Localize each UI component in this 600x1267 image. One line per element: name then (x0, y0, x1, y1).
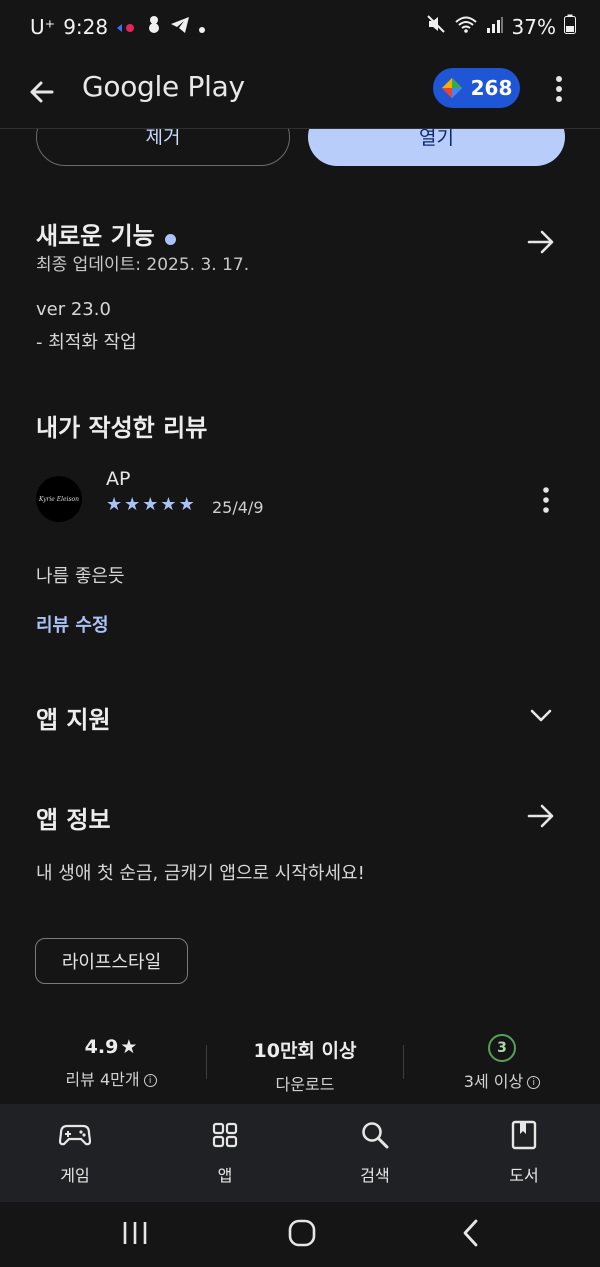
overflow-menu-button[interactable] (548, 74, 570, 104)
app-description: 내 생애 첫 순금, 금캐기 앱으로 시작하세요! (36, 863, 365, 884)
nav-label-search: 검색 (360, 1166, 390, 1185)
star-icon: ★ (124, 494, 141, 515)
app-support-expand-button[interactable] (528, 704, 554, 730)
play-points-button[interactable]: 268 (433, 68, 520, 108)
review-menu-button[interactable] (536, 486, 556, 518)
star-icon: ★ (106, 494, 123, 515)
more-vert-icon (556, 76, 562, 102)
back-button[interactable] (22, 72, 62, 112)
app-title: Google Play (82, 70, 245, 103)
snowman-icon (146, 14, 162, 39)
nav-label-games: 게임 (60, 1166, 90, 1185)
my-review-title: 내가 작성한 리뷰 (36, 414, 208, 442)
star-icon: ★ (120, 1036, 138, 1058)
signal-icon (486, 15, 504, 39)
nav-item-games[interactable]: 게임 (25, 1118, 125, 1186)
chevron-left-icon (463, 1219, 478, 1247)
nav-item-apps[interactable]: 앱 (175, 1118, 275, 1186)
age-rating-stat: 3 3세 이상 i (417, 1034, 587, 1092)
home-button[interactable] (287, 1218, 317, 1252)
last-updated: 최종 업데이트: 2025. 3. 17. (36, 255, 250, 275)
status-right: 37% (426, 14, 576, 39)
whats-new-title: 새로운 기능 (36, 222, 155, 250)
battery-icon (564, 14, 576, 39)
downloads-sub: 다운로드 (275, 1075, 335, 1094)
stat-divider (403, 1045, 404, 1079)
nav-item-search[interactable]: 검색 (325, 1118, 425, 1186)
arrow-right-icon (527, 230, 554, 254)
search-icon (362, 1122, 389, 1149)
play-points-diamond-icon (441, 78, 462, 98)
more-notifications-dot-icon (198, 15, 206, 39)
status-left: U⁺ 9:28 (30, 14, 206, 39)
whats-new-header[interactable]: 새로운 기능 (36, 216, 176, 251)
age-rating-sub: 3세 이상 (463, 1072, 524, 1091)
wifi-icon (454, 14, 478, 39)
edit-review-link[interactable]: 리뷰 수정 (36, 611, 109, 637)
age-rating-badge: 3 (488, 1034, 516, 1062)
star-icon: ★ (160, 494, 177, 515)
star-icon: ★ (142, 494, 159, 515)
gamepad-icon (59, 1124, 91, 1146)
info-icon[interactable]: i (527, 1076, 541, 1089)
rating-sub: 리뷰 4만개 (65, 1070, 140, 1089)
category-chip[interactable]: 라이프스타일 (35, 938, 188, 984)
play-points-value: 268 (470, 76, 513, 100)
book-icon (511, 1120, 537, 1150)
avatar-text: Kyrie Eleison (38, 495, 80, 503)
clock: 9:28 (63, 14, 109, 39)
review-rating-stars: ★ ★ ★ ★ ★ (106, 494, 195, 515)
chevron-down-icon (530, 709, 552, 722)
release-note: - 최적화 작업 (36, 332, 137, 353)
app-info-title: 앱 정보 (36, 806, 111, 834)
apps-grid-icon (212, 1122, 238, 1148)
notification-dots-icon (116, 15, 138, 39)
home-icon (288, 1219, 316, 1247)
downloads-value: 10만회 이상 (253, 1040, 357, 1062)
whats-new-arrow-button[interactable] (526, 228, 556, 260)
battery-percent: 37% (511, 14, 556, 39)
nav-label-books: 도서 (509, 1166, 539, 1185)
arrow-left-icon (30, 81, 54, 103)
version-text: ver 23.0 (36, 299, 111, 320)
info-icon[interactable]: i (143, 1074, 157, 1087)
nav-label-apps: 앱 (217, 1166, 233, 1185)
arrow-right-icon (527, 804, 554, 828)
back-nav-button[interactable] (458, 1218, 484, 1252)
rating-value: 4.9 (84, 1036, 119, 1058)
recent-apps-button[interactable] (121, 1219, 149, 1251)
rating-stat: 4.9 ★ 리뷰 4만개 i (26, 1036, 196, 1090)
carrier-label: U⁺ (30, 14, 56, 39)
new-indicator-dot (164, 234, 176, 245)
more-vert-icon (543, 487, 549, 513)
app-bar-divider (0, 128, 600, 129)
recent-apps-icon (123, 1222, 147, 1244)
app-info-arrow-button[interactable] (526, 802, 556, 834)
stat-divider (206, 1045, 207, 1079)
mute-icon (426, 14, 446, 39)
downloads-stat: 10만회 이상 다운로드 (220, 1036, 390, 1095)
review-date: 25/4/9 (212, 498, 264, 517)
review-text: 나름 좋은듯 (36, 566, 125, 587)
category-chip-label: 라이프스타일 (61, 952, 162, 973)
star-icon: ★ (178, 494, 195, 515)
app-support-title[interactable]: 앱 지원 (36, 700, 111, 735)
review-author: AP (106, 468, 131, 490)
telegram-icon (170, 15, 190, 39)
avatar: Kyrie Eleison (36, 476, 82, 522)
nav-item-books[interactable]: 도서 (474, 1118, 574, 1186)
